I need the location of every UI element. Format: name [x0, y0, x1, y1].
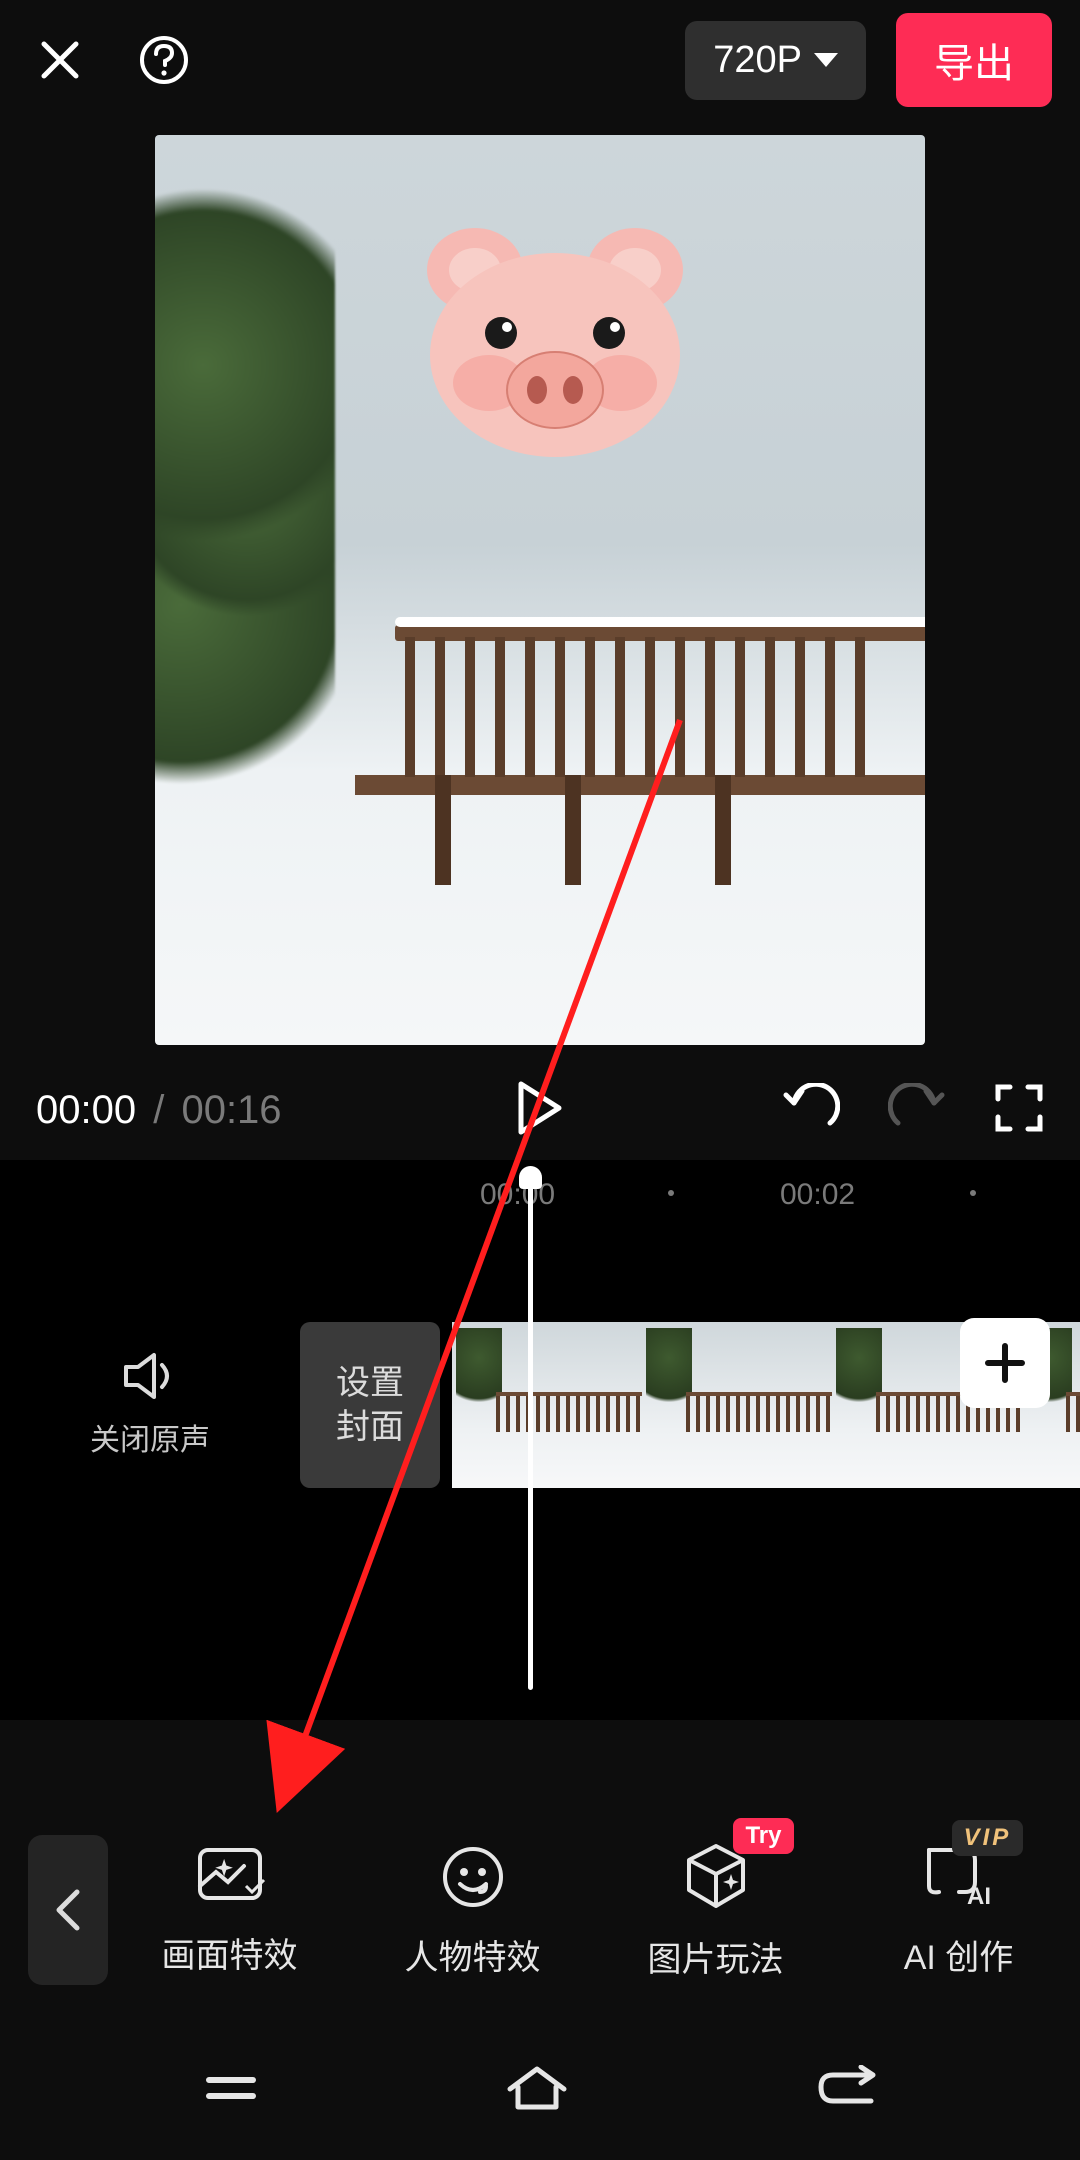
ruler-dot	[668, 1190, 674, 1196]
ruler-mark: 00:02	[780, 1178, 855, 1212]
tool-person-effects[interactable]: 人物特效	[405, 1842, 541, 1979]
resolution-dropdown[interactable]: 720P	[685, 21, 866, 100]
screen-effects-icon	[194, 1844, 266, 1910]
vip-badge: VIP	[952, 1820, 1024, 1856]
video-preview[interactable]	[155, 135, 925, 1045]
system-nav-bar	[0, 2020, 1080, 2160]
clip-thumbnail[interactable]	[452, 1322, 642, 1488]
fullscreen-button[interactable]	[994, 1083, 1044, 1138]
ruler-mark: 00:00	[480, 1178, 555, 1212]
close-icon	[36, 36, 84, 84]
tool-image-play[interactable]: Try 图片玩法	[648, 1840, 784, 1981]
chevron-left-icon	[53, 1888, 83, 1932]
export-button[interactable]: 导出	[896, 13, 1052, 107]
tool-label: 人物特效	[405, 1930, 541, 1979]
redo-icon	[888, 1083, 946, 1133]
toolbar-back-button[interactable]	[28, 1835, 108, 1985]
undo-button[interactable]	[782, 1083, 840, 1138]
face-effects-icon	[438, 1842, 508, 1912]
close-button[interactable]	[28, 28, 92, 92]
tool-label: AI 创作	[904, 1930, 1014, 1979]
add-clip-button[interactable]	[960, 1318, 1050, 1408]
svg-text:AI: AI	[967, 1883, 991, 1910]
plus-icon	[982, 1340, 1028, 1386]
preview-tree-graphic	[155, 185, 335, 785]
redo-button[interactable]	[888, 1083, 946, 1138]
tool-ai-create[interactable]: VIP AI AI 创作	[904, 1842, 1014, 1979]
top-right-group: 720P 导出	[685, 13, 1052, 107]
top-left-group	[28, 28, 196, 92]
cover-label-line1: 设置	[336, 1361, 404, 1405]
help-icon	[138, 34, 190, 86]
mute-audio-button[interactable]: 关闭原声	[0, 1351, 300, 1459]
cover-label-line2: 封面	[336, 1405, 404, 1449]
fullscreen-icon	[994, 1083, 1044, 1133]
clip-thumbnail[interactable]	[642, 1322, 832, 1488]
play-button[interactable]	[515, 1080, 565, 1141]
time-separator: /	[142, 1088, 175, 1133]
tool-label: 图片玩法	[648, 1932, 784, 1981]
timeline[interactable]: 00:00 00:02 关闭原声 设置 封面	[0, 1160, 1080, 1720]
set-cover-button[interactable]: 设置 封面	[300, 1322, 440, 1488]
transport-bar: 00:00 / 00:16	[0, 1060, 1080, 1160]
time-total: 00:16	[181, 1088, 281, 1133]
home-icon	[504, 2063, 570, 2113]
playhead[interactable]	[528, 1180, 533, 1690]
speaker-icon	[122, 1351, 178, 1401]
back-icon	[813, 2065, 879, 2111]
tool-label: 画面特效	[162, 1928, 298, 1977]
mute-label: 关闭原声	[90, 1415, 210, 1459]
tool-grid: 画面特效 人物特效 Try 图片玩法 VIP	[108, 1840, 1080, 1981]
undo-icon	[782, 1083, 840, 1133]
track-row: 关闭原声 设置 封面	[0, 1310, 1080, 1500]
effects-toolbar: 画面特效 人物特效 Try 图片玩法 VIP	[0, 1810, 1080, 2010]
resolution-label: 720P	[713, 39, 802, 82]
time-current: 00:00	[36, 1088, 136, 1133]
menu-icon	[201, 2066, 261, 2110]
nav-back-button[interactable]	[813, 2065, 879, 2116]
export-label: 导出	[934, 42, 1014, 86]
preview-deck-graphic	[395, 625, 925, 845]
chevron-down-icon	[814, 53, 838, 67]
tool-screen-effects[interactable]: 画面特效	[162, 1844, 298, 1977]
pig-sticker[interactable]	[415, 215, 695, 465]
play-icon	[515, 1080, 565, 1136]
top-bar: 720P 导出	[0, 0, 1080, 120]
nav-recent-button[interactable]	[201, 2066, 261, 2115]
preview-area	[0, 130, 1080, 1050]
ruler-dot	[970, 1190, 976, 1196]
nav-home-button[interactable]	[504, 2063, 570, 2118]
try-badge: Try	[733, 1818, 793, 1854]
transport-right-group	[782, 1083, 1044, 1138]
help-button[interactable]	[132, 28, 196, 92]
